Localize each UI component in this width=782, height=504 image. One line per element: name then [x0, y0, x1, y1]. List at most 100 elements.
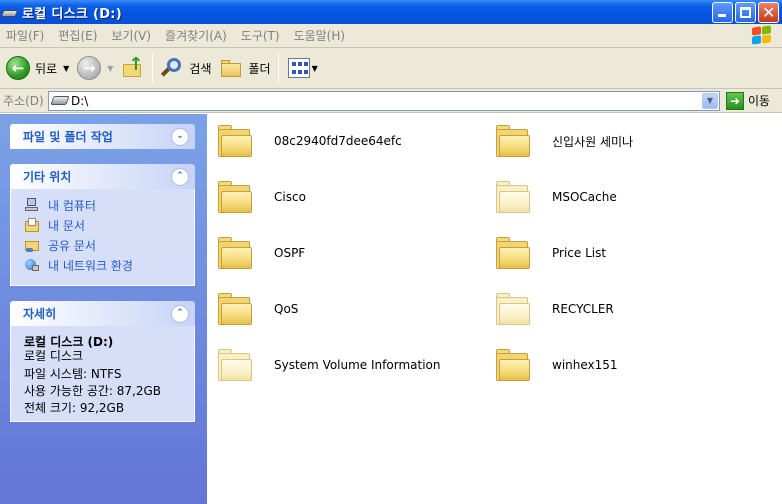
hidden-folder-icon: [494, 180, 532, 214]
maximize-button[interactable]: [735, 2, 756, 23]
menu-edit[interactable]: 편집(E): [51, 27, 104, 44]
folder-name: RECYCLER: [552, 302, 614, 316]
maximize-icon: [740, 7, 751, 18]
place-network[interactable]: 내 네트워크 환경: [24, 255, 194, 275]
drive-icon: [50, 96, 70, 105]
close-button[interactable]: ✕: [758, 2, 779, 23]
folders-icon: [220, 57, 244, 79]
place-my-documents[interactable]: 내 문서: [24, 215, 194, 235]
chevron-up-icon[interactable]: ⌃: [171, 304, 189, 323]
folder-item[interactable]: winhex151: [494, 344, 618, 386]
menu-help[interactable]: 도움말(H): [287, 27, 353, 44]
file-folder-tasks-panel: 파일 및 폴더 작업 ⌄: [10, 124, 195, 149]
folder-name: 08c2940fd7dee64efc: [274, 134, 402, 148]
folder-item[interactable]: MSOCache: [494, 176, 617, 218]
my-computer-icon: [24, 197, 40, 213]
folder-item[interactable]: QoS: [216, 288, 298, 330]
details-header[interactable]: 자세히 ⌃: [10, 301, 195, 326]
menu-bar: 파일(F) 편집(E) 보기(V) 즐겨찾기(A) 도구(T) 도움말(H): [0, 24, 782, 48]
other-places-header[interactable]: 기타 위치 ⌃: [10, 164, 195, 189]
place-label: 공유 문서: [48, 238, 96, 253]
panel-title: 자세히: [23, 307, 57, 321]
other-places-body: 내 컴퓨터 내 문서 공유 문서 내 네트워크 환경: [10, 189, 195, 286]
folder-item[interactable]: OSPF: [216, 232, 305, 274]
folder-item[interactable]: System Volume Information: [216, 344, 440, 386]
folder-name: Cisco: [274, 190, 306, 204]
detail-type: 로컬 디스크: [24, 349, 84, 363]
folder-name: 신입사원 세미나: [552, 134, 634, 149]
close-icon: ✕: [762, 3, 776, 22]
task-pane: 파일 및 폴더 작업 ⌄ 기타 위치 ⌃ 내 컴퓨터 내 문서 공유 문서 내 …: [0, 114, 207, 504]
views-dropdown-icon[interactable]: ▼: [312, 64, 318, 73]
back-button[interactable]: ← 뒤로 ▼: [0, 51, 73, 85]
folder-name: QoS: [274, 302, 299, 316]
hidden-folder-icon: [494, 292, 532, 326]
go-label: 이동: [748, 94, 771, 108]
folder-item[interactable]: Cisco: [216, 176, 306, 218]
details-panel: 자세히 ⌃ 로컬 디스크 (D:) 로컬 디스크 파일 시스템: NTFS 사용…: [10, 301, 195, 422]
toolbar: ← 뒤로 ▼ → ▼ ↑ 검색 폴더 ▼: [0, 48, 782, 89]
chevron-down-icon[interactable]: ⌄: [171, 127, 189, 146]
folder-item[interactable]: 08c2940fd7dee64efc: [216, 120, 402, 162]
details-body: 로컬 디스크 (D:) 로컬 디스크 파일 시스템: NTFS 사용 가능한 공…: [10, 326, 195, 422]
my-documents-icon: [24, 217, 40, 233]
menu-view[interactable]: 보기(V): [104, 27, 158, 44]
place-label: 내 문서: [48, 218, 85, 233]
address-value: D:\: [71, 93, 89, 108]
file-list: 08c2940fd7dee64efc 신입사원 세미나 Cisco MSOCac…: [207, 114, 782, 504]
place-my-computer[interactable]: 내 컴퓨터: [24, 195, 194, 215]
folder-item[interactable]: 신입사원 세미나: [494, 120, 633, 162]
drive-icon: [0, 7, 19, 18]
chevron-up-icon[interactable]: ⌃: [171, 167, 189, 186]
minimize-icon: [718, 14, 726, 17]
folder-icon: [216, 292, 254, 326]
folders-button[interactable]: 폴더: [216, 51, 275, 85]
folder-name: System Volume Information: [274, 358, 441, 372]
folder-up-icon: ↑: [121, 56, 145, 80]
detail-free-space: 사용 가능한 공간: 87,2GB: [24, 384, 162, 398]
folder-icon: [494, 124, 532, 158]
folder-name: MSOCache: [552, 190, 617, 204]
hidden-folder-icon: [216, 348, 254, 382]
toolbar-separator: [277, 53, 279, 83]
menu-file[interactable]: 파일(F): [0, 27, 51, 44]
menu-favorites[interactable]: 즐겨찾기(A): [158, 27, 234, 44]
panel-title: 기타 위치: [23, 170, 72, 184]
folder-icon: [216, 124, 254, 158]
place-label: 내 네트워크 환경: [48, 258, 133, 273]
network-places-icon: [24, 257, 40, 273]
place-label: 내 컴퓨터: [48, 198, 96, 213]
folder-name: OSPF: [274, 246, 306, 260]
address-dropdown-icon[interactable]: ▼: [702, 92, 718, 109]
shared-documents-icon: [24, 237, 40, 253]
go-arrow-icon: ➜: [726, 91, 744, 110]
go-button[interactable]: ➜ 이동: [726, 91, 771, 110]
search-icon: [160, 56, 184, 80]
minimize-button[interactable]: [712, 2, 733, 23]
folder-name: Price List: [552, 246, 607, 260]
detail-total-size: 전체 크기: 92,2GB: [24, 401, 125, 415]
windows-logo-icon: [750, 25, 772, 46]
address-input[interactable]: D:\ ▼: [48, 90, 720, 111]
search-button[interactable]: 검색: [156, 51, 215, 85]
window-title: 로컬 디스크 (D:): [22, 6, 123, 22]
folder-item[interactable]: Price List: [494, 232, 606, 274]
folder-icon: [216, 236, 254, 270]
forward-arrow-icon: →: [77, 56, 102, 80]
window-controls: ✕: [712, 2, 779, 23]
title-bar[interactable]: 로컬 디스크 (D:) ✕: [0, 0, 782, 24]
up-button[interactable]: ↑: [117, 51, 149, 85]
place-shared-documents[interactable]: 공유 문서: [24, 235, 194, 255]
back-dropdown-icon[interactable]: ▼: [63, 64, 69, 73]
back-arrow-icon: ←: [6, 56, 30, 80]
folder-item[interactable]: RECYCLER: [494, 288, 614, 330]
toolbar-separator: [152, 53, 154, 83]
folder-icon: [216, 180, 254, 214]
forward-button[interactable]: → ▼: [73, 51, 117, 85]
menu-tools[interactable]: 도구(T): [234, 27, 287, 44]
folders-label: 폴더: [248, 61, 271, 76]
file-folder-tasks-header[interactable]: 파일 및 폴더 작업 ⌄: [10, 124, 195, 149]
views-button[interactable]: ▼: [282, 51, 322, 85]
address-bar: 주소(D) D:\ ▼ ➜ 이동: [0, 89, 782, 113]
forward-dropdown-icon[interactable]: ▼: [107, 64, 113, 73]
